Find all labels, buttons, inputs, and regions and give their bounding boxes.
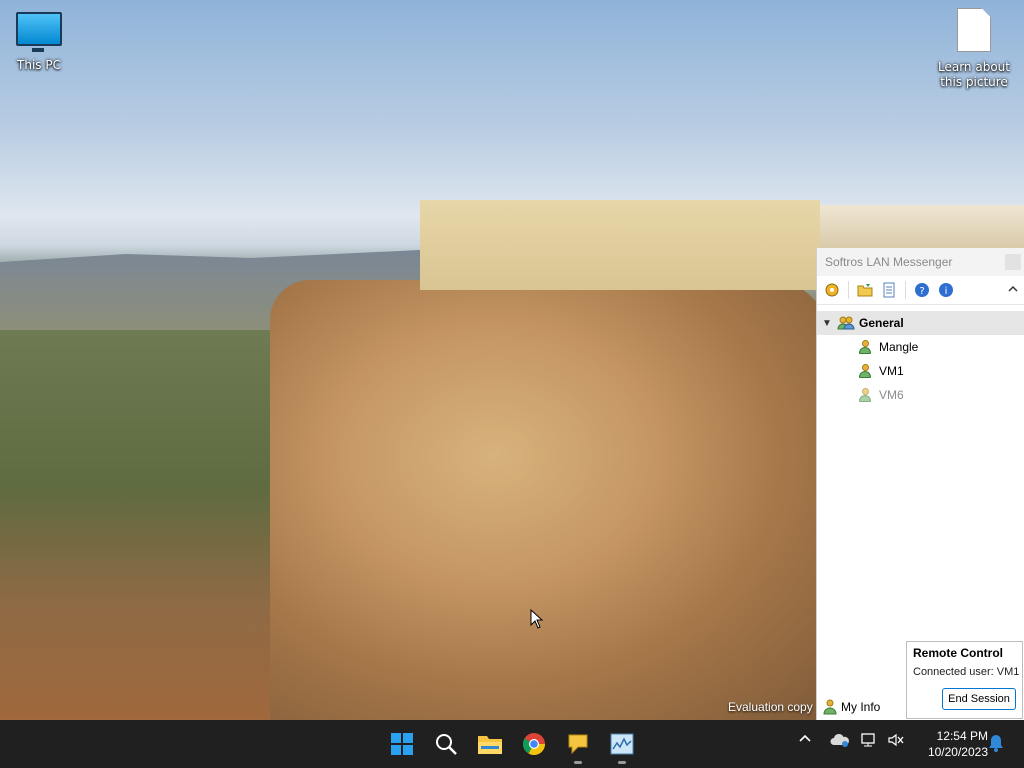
user-name: VM1 (879, 364, 904, 378)
messenger-title-bar[interactable]: Softros LAN Messenger (817, 248, 1024, 276)
end-session-button[interactable]: End Session (942, 688, 1016, 710)
taskbar: 12:54 PM 10/20/2023 (0, 720, 1024, 768)
user-name: VM6 (879, 388, 904, 402)
background-town (820, 205, 1024, 250)
task-manager-icon[interactable] (606, 728, 638, 764)
file-explorer-icon[interactable] (474, 728, 506, 760)
about-icon[interactable]: i (935, 279, 957, 301)
user-online-icon (859, 340, 871, 354)
svg-text:?: ? (919, 286, 924, 297)
group-name: General (859, 316, 904, 330)
connected-user-label: Connected user: VM1 (913, 666, 1020, 678)
clock-date: 10/20/2023 (927, 745, 988, 759)
notification-bell-icon[interactable] (988, 734, 1004, 756)
help-icon[interactable]: ? (911, 279, 933, 301)
toolbar-separator (848, 281, 849, 299)
onedrive-icon[interactable] (830, 732, 850, 752)
volume-muted-icon[interactable] (887, 732, 905, 752)
background-valley (0, 330, 290, 720)
my-info-label: My Info (841, 700, 881, 714)
evaluation-watermark: Evaluation copy (728, 700, 813, 714)
remote-control-title: Remote Control (913, 646, 1003, 660)
group-users-icon (837, 315, 855, 331)
this-pc-shortcut[interactable]: This PC (1, 12, 77, 72)
document-icon (957, 8, 991, 52)
running-indicator (618, 761, 626, 764)
close-icon[interactable] (1005, 254, 1021, 270)
user-icon (823, 699, 837, 715)
settings-icon[interactable] (821, 279, 843, 301)
svg-text:i: i (945, 286, 948, 297)
chevron-up-icon[interactable] (798, 732, 812, 750)
user-item-mangle[interactable]: Mangle (817, 335, 1024, 359)
user-offline-icon (859, 388, 871, 402)
learn-about-picture-shortcut[interactable]: Learn about this picture (936, 8, 1012, 90)
messenger-icon[interactable] (562, 728, 594, 764)
running-indicator (574, 761, 582, 764)
chrome-icon[interactable] (518, 728, 550, 760)
clock[interactable]: 12:54 PM 10/20/2023 (910, 728, 988, 760)
group-general[interactable]: ▼ General (817, 311, 1024, 335)
messenger-toolbar: ? i (817, 276, 1024, 305)
message-history-icon[interactable] (878, 279, 900, 301)
learn-about-picture-label: Learn about this picture (938, 60, 1010, 89)
start-icon[interactable] (386, 728, 418, 760)
user-online-icon (859, 364, 871, 378)
collapse-toolbar-icon[interactable] (1007, 283, 1019, 297)
monitor-icon (16, 12, 62, 52)
messenger-title: Softros LAN Messenger (825, 255, 953, 269)
folder-icon[interactable] (854, 279, 876, 301)
network-icon[interactable] (860, 732, 878, 752)
this-pc-label: This PC (17, 58, 61, 72)
remote-control-popup: Remote Control Connected user: VM1 End S… (906, 641, 1023, 719)
user-item-vm1[interactable]: VM1 (817, 359, 1024, 383)
chevron-down-icon[interactable]: ▼ (819, 318, 835, 329)
toolbar-separator (905, 281, 906, 299)
user-name: Mangle (879, 340, 919, 354)
background-building (420, 200, 820, 290)
clock-time: 12:54 PM (936, 729, 988, 743)
mouse-cursor-icon (530, 609, 544, 629)
search-icon[interactable] (430, 728, 462, 760)
background-cliff (270, 280, 830, 720)
user-item-vm6[interactable]: VM6 (817, 383, 1024, 407)
my-info-button[interactable]: My Info (817, 699, 880, 715)
